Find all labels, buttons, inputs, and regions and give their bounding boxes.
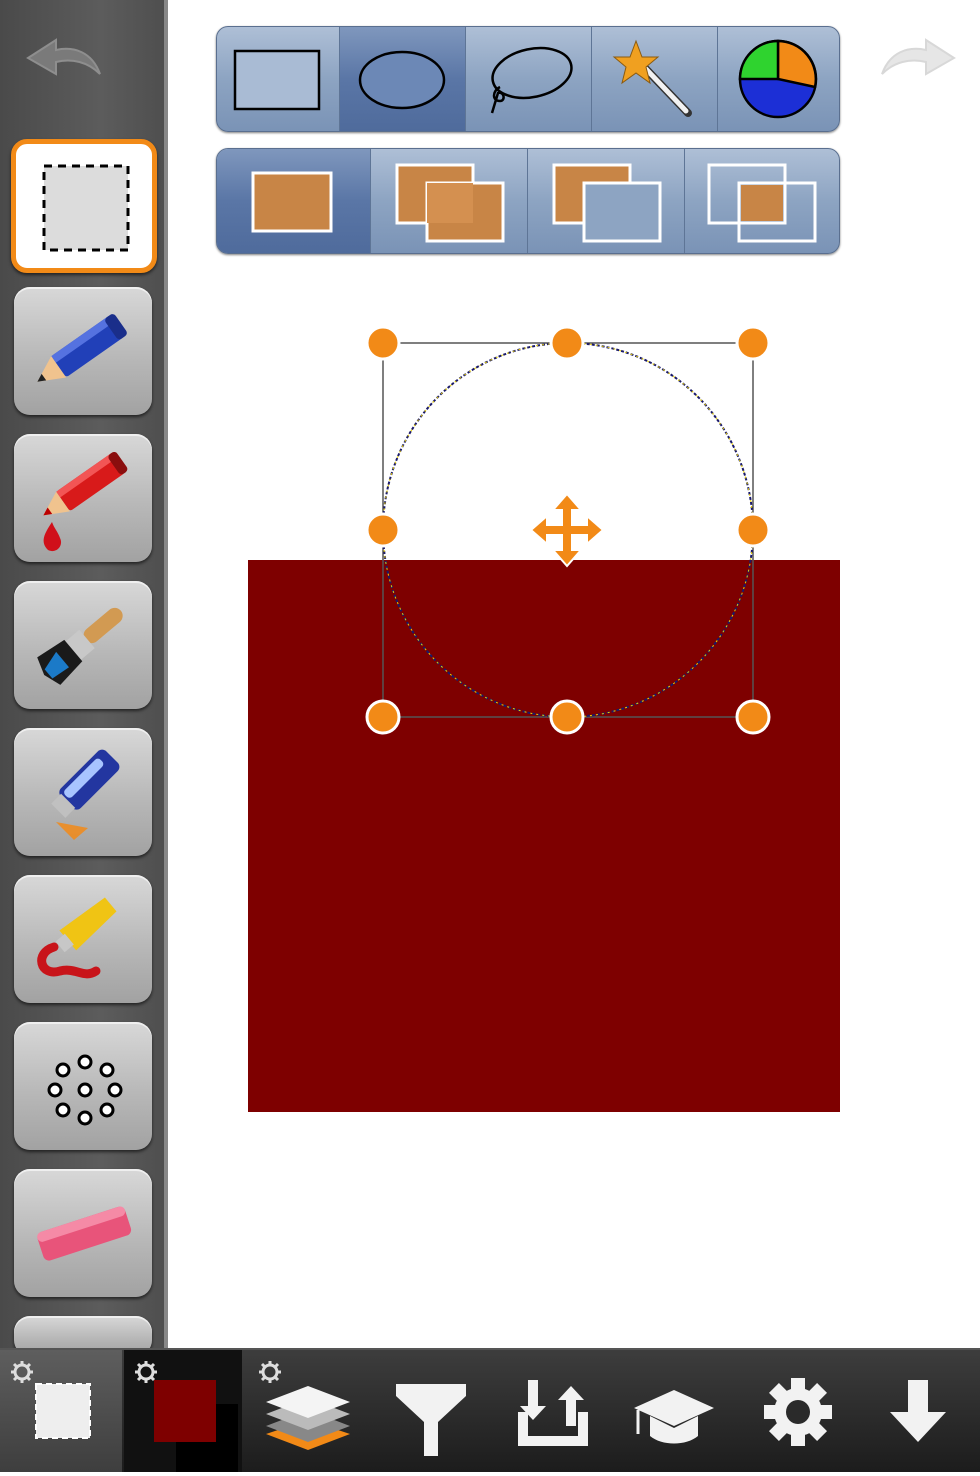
bottom-toolbar	[0, 1348, 980, 1472]
import-export-icon	[518, 1380, 588, 1446]
resize-handle-left[interactable]	[365, 512, 401, 548]
layers-icon	[266, 1386, 350, 1450]
resize-handle-bottom[interactable]	[549, 699, 585, 735]
gear-icon	[764, 1378, 832, 1446]
filters-button[interactable]	[372, 1350, 490, 1472]
resize-handle-bottom-left[interactable]	[365, 699, 401, 735]
ellipse-selection	[365, 325, 771, 735]
resize-handle-top-left[interactable]	[365, 325, 401, 361]
settings-button[interactable]	[740, 1350, 858, 1472]
resize-handle-bottom-right[interactable]	[735, 699, 771, 735]
resize-handle-top-right[interactable]	[735, 325, 771, 361]
selection-settings-button[interactable]	[0, 1350, 122, 1472]
save-download-button[interactable]	[860, 1350, 978, 1472]
import-export-button[interactable]	[494, 1350, 612, 1472]
gear-icon	[259, 1361, 281, 1383]
down-arrow-icon	[890, 1380, 946, 1442]
color-swatch-button[interactable]	[124, 1350, 242, 1472]
dashed-square-icon	[35, 1383, 91, 1439]
current-color-swatch	[154, 1380, 216, 1442]
resize-handle-right[interactable]	[735, 512, 771, 548]
gear-icon	[11, 1361, 33, 1383]
move-handle-icon[interactable]	[529, 492, 605, 568]
gear-icon	[135, 1361, 157, 1383]
graduation-cap-icon	[634, 1390, 714, 1444]
layers-button[interactable]	[246, 1350, 364, 1472]
resize-handle-top[interactable]	[549, 325, 585, 361]
tutorials-button[interactable]	[614, 1350, 732, 1472]
funnel-icon	[396, 1384, 466, 1456]
